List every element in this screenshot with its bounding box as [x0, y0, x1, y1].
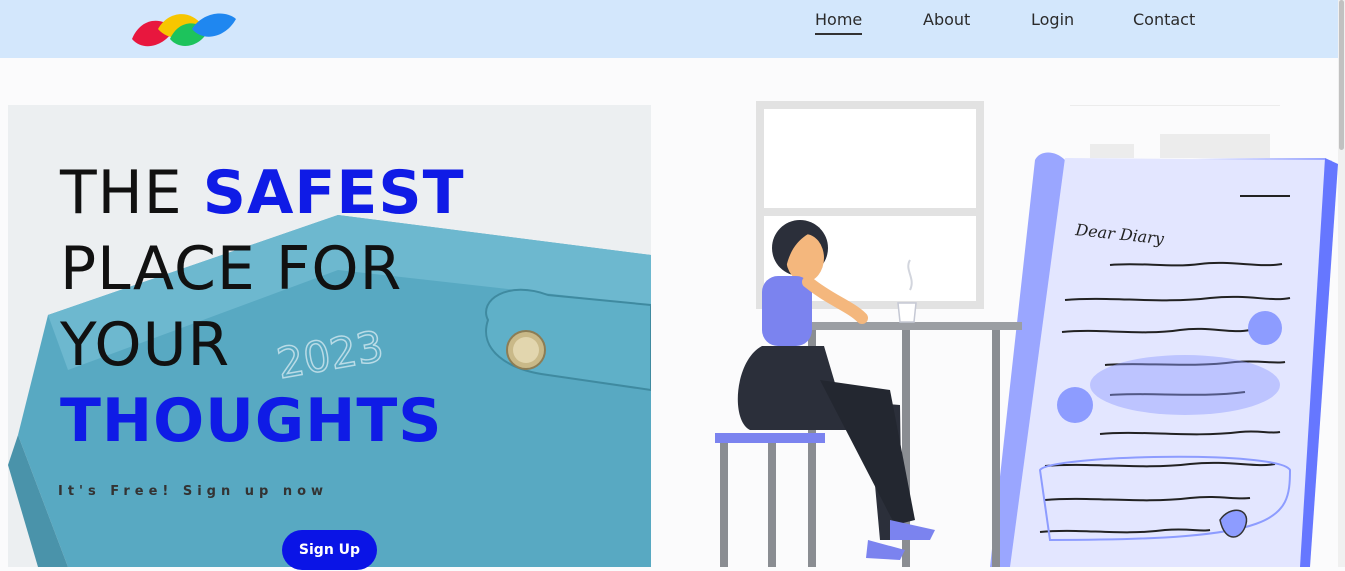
scrollbar-thumb[interactable] [1339, 0, 1344, 150]
hero-headline: THE SAFEST PLACE FOR YOUR THOUGHTS [60, 155, 465, 459]
nav-contact[interactable]: Contact [1133, 10, 1195, 29]
hero-tagline: It's Free! Sign up now [58, 484, 329, 499]
nav-links: Home About Login Contact [0, 0, 1338, 58]
page-scrollbar[interactable] [1338, 0, 1345, 567]
diary-illustration: Dear Diary [715, 101, 1338, 567]
headline-highlight-thoughts: THOUGHTS [60, 386, 443, 456]
nav-about[interactable]: About [923, 10, 970, 29]
headline-line-3: YOUR [60, 310, 231, 380]
nav-login[interactable]: Login [1031, 10, 1074, 29]
headline-highlight-safest: SAFEST [202, 158, 465, 228]
headline-line-2: PLACE FOR [60, 234, 403, 304]
headline-line-1: THE SAFEST [60, 158, 465, 228]
hero-diary-illustration: Dear Diary [690, 100, 1338, 567]
nav-home[interactable]: Home [815, 10, 863, 35]
signup-button[interactable]: Sign Up [282, 530, 377, 570]
navbar: Home About Login Contact [0, 0, 1338, 58]
